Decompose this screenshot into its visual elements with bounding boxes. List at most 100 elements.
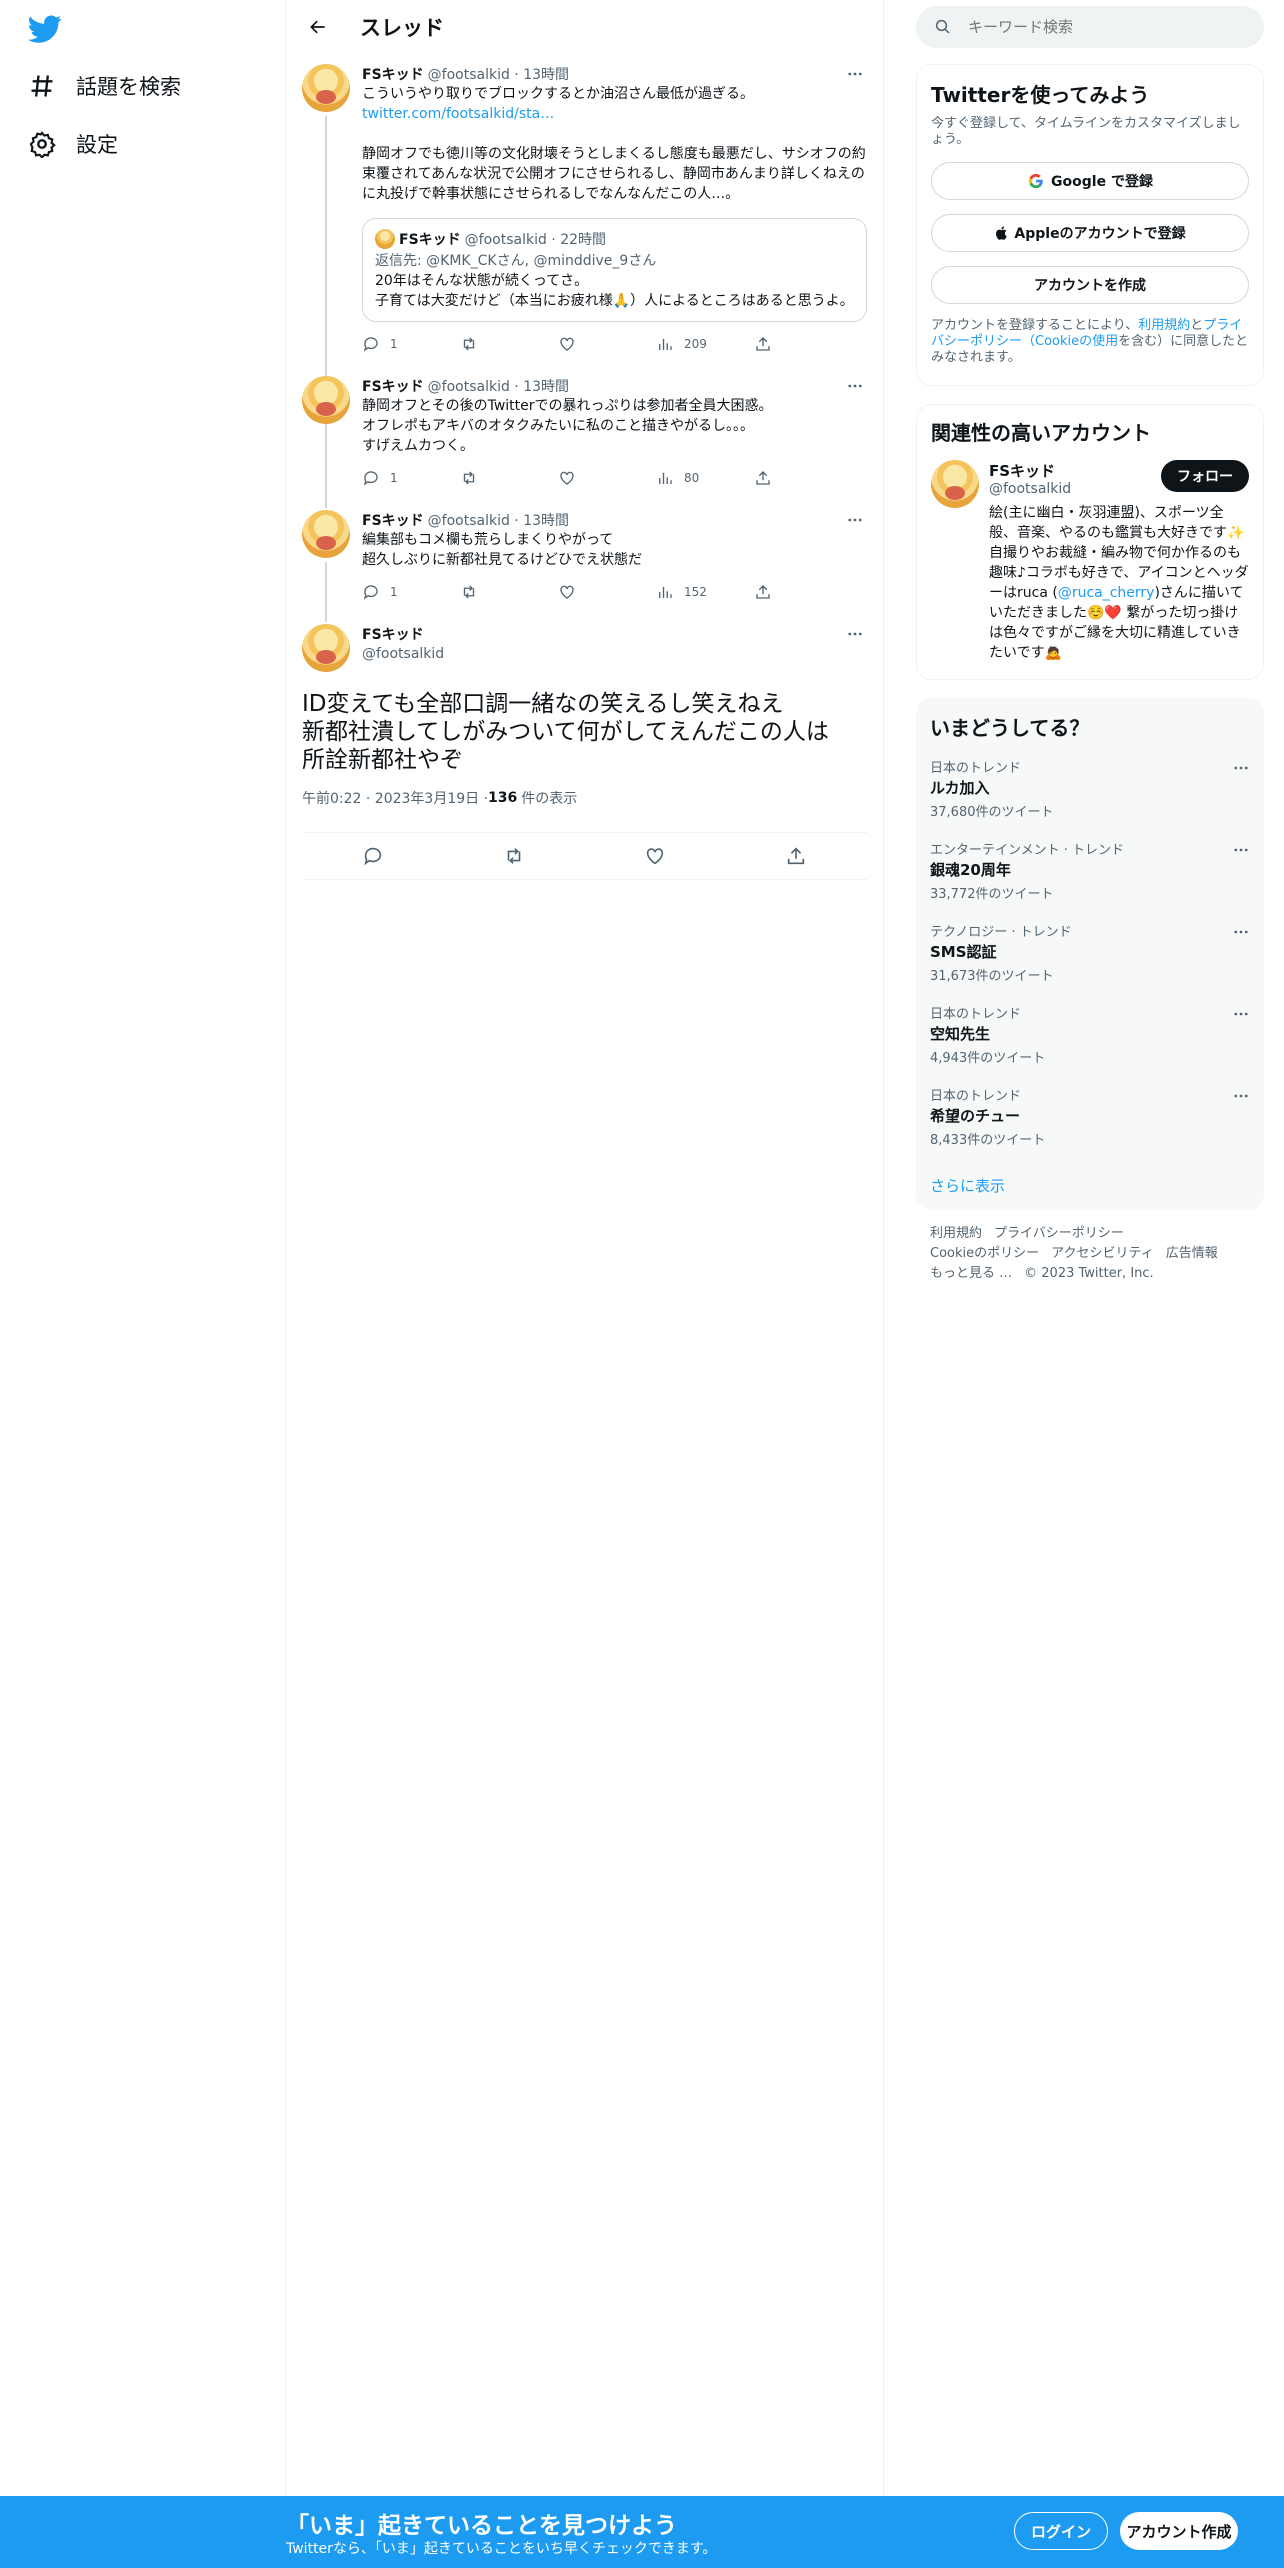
more-icon[interactable]: [1232, 841, 1250, 863]
reply-icon: [363, 337, 378, 352]
more-icon[interactable]: [843, 64, 867, 84]
tweet-actions: 1 152: [362, 578, 867, 606]
reply-count: 1: [390, 585, 398, 599]
views-label: 件の表示: [521, 791, 578, 807]
views-button[interactable]: 152: [656, 583, 754, 601]
thread-tweet-2[interactable]: FSキッド @footsalkid · 13時間 静岡オフとその後のTwitte…: [286, 358, 883, 508]
login-button[interactable]: ログイン: [1014, 2512, 1108, 2550]
tweet-text-continued: 静岡オフでも徳川等の文化財壊そうとしまくるし態度も最悪だし、サシオフの約束覆され…: [362, 146, 866, 202]
apple-signup-label: Appleのアカウントで登録: [1014, 226, 1186, 242]
retweet-button[interactable]: [460, 469, 558, 487]
tweet-text: こういうやり取りでブロックするとか油沼さん最低が過ぎる。: [362, 86, 754, 102]
search-box[interactable]: [916, 6, 1264, 48]
heart-icon: [560, 337, 574, 351]
share-icon: [756, 471, 770, 485]
more-icon[interactable]: [843, 376, 867, 396]
more-icon[interactable]: [1232, 1005, 1250, 1027]
avatar[interactable]: [302, 624, 350, 672]
analytics-icon: [659, 338, 672, 350]
avatar[interactable]: [302, 510, 350, 558]
views-count: 209: [684, 337, 707, 351]
share-icon[interactable]: [785, 845, 807, 867]
more-icon[interactable]: [1232, 1087, 1250, 1109]
tweet-timestamp[interactable]: 午前0:22 · 2023年3月19日 ·: [302, 788, 488, 808]
show-more-link[interactable]: さらに表示: [930, 1175, 1250, 1196]
more-icon[interactable]: [843, 510, 867, 530]
avatar[interactable]: [302, 376, 350, 424]
more-icon[interactable]: [843, 624, 867, 644]
bio-mention-link[interactable]: @ruca_cherry: [1058, 585, 1155, 601]
related-account[interactable]: FSキッド @footsalkid フォロー 絵(主に幽白・灰羽連盟)、スポーツ…: [931, 460, 1249, 663]
footer-more-link[interactable]: もっと見る …: [930, 1266, 1012, 1281]
avatar[interactable]: [302, 64, 350, 112]
thread-tweet-3[interactable]: FSキッド @footsalkid · 13時間 編集部もコメ欄も荒らしまくりや…: [286, 492, 883, 622]
author-name[interactable]: FSキッド: [362, 64, 424, 84]
share-button[interactable]: [754, 335, 852, 353]
author-handle[interactable]: @footsalkid · 13時間: [428, 376, 569, 396]
reply-icon[interactable]: [362, 845, 384, 867]
search-input[interactable]: [968, 18, 1228, 36]
more-icon[interactable]: [1232, 923, 1250, 945]
trend-item[interactable]: 日本のトレンド 空知先生 4,943件のツイート: [930, 1003, 1250, 1085]
trend-item[interactable]: 日本のトレンド ルカ加入 37,680件のツイート: [930, 757, 1250, 839]
footer-accessibility-link[interactable]: アクセシビリティ: [1051, 1246, 1154, 1261]
google-signup-label: Google で登録: [1051, 174, 1153, 190]
reply-button[interactable]: 1: [362, 583, 460, 601]
tweet-text: ID変えても全部口調一緒なの笑えるし笑えねえ 新都社潰してしがみついて何がしてえ…: [302, 691, 829, 773]
views-button[interactable]: 209: [656, 335, 754, 353]
left-nav: 話題を検索 設定: [0, 0, 286, 2496]
footer-ads-link[interactable]: 広告情報: [1166, 1246, 1218, 1261]
terms-link[interactable]: 利用規約: [1138, 318, 1190, 333]
footer-privacy-link[interactable]: プライバシーポリシー: [994, 1226, 1124, 1241]
author-handle[interactable]: @footsalkid · 13時間: [428, 510, 569, 530]
reply-button[interactable]: 1: [362, 469, 460, 487]
quote-author-handle: @footsalkid · 22時間: [464, 232, 607, 248]
share-button[interactable]: [754, 583, 852, 601]
reply-button[interactable]: 1: [362, 335, 460, 353]
author-name[interactable]: FSキッド: [362, 376, 424, 396]
tweet-link[interactable]: twitter.com/footsalkid/sta…: [362, 104, 867, 124]
footer-links: 利用規約 プライバシーポリシー Cookieのポリシー アクセシビリティ 広告情報 も…: [930, 1224, 1230, 1284]
focused-tweet: FSキッド @footsalkid ID変えても全部口調一緒なの笑えるし笑えねえ…: [286, 606, 883, 880]
create-account-label: アカウントを作成: [1034, 278, 1146, 294]
thread-tweet-1[interactable]: FSキッド @footsalkid · 13時間 こういうやり取りでブロックする…: [286, 54, 883, 446]
quoted-tweet[interactable]: FSキッド @footsalkid · 22時間 返信先: @KMK_CKさん,…: [362, 218, 867, 322]
like-button[interactable]: [558, 335, 656, 353]
follow-button[interactable]: フォロー: [1161, 460, 1249, 492]
retweet-button[interactable]: [460, 583, 558, 601]
create-account-button[interactable]: アカウントを作成: [931, 266, 1249, 304]
gear-icon: [29, 131, 56, 158]
footer-cookie-link[interactable]: Cookieのポリシー: [930, 1246, 1039, 1261]
trend-item[interactable]: エンターテインメント · トレンド 銀魂20周年 33,772件のツイート: [930, 839, 1250, 921]
author-handle[interactable]: @footsalkid: [362, 644, 867, 664]
author-name[interactable]: FSキッド: [362, 624, 424, 644]
author-handle[interactable]: @footsalkid · 13時間: [428, 64, 569, 84]
twitter-logo-icon[interactable]: [28, 12, 62, 46]
google-signup-button[interactable]: Google で登録: [931, 162, 1249, 200]
search-icon: [935, 19, 950, 34]
back-button[interactable]: [300, 9, 336, 45]
footer-terms-link[interactable]: 利用規約: [930, 1226, 982, 1241]
main-column: スレッド FSキッド @footsalkid · 13時間 こういうやり取りでブ…: [286, 0, 884, 2496]
heart-icon[interactable]: [644, 845, 666, 867]
signup-terms: アカウントを登録することにより、利用規約とプライバシーポリシー（Cookieの使…: [931, 318, 1249, 366]
like-button[interactable]: [558, 583, 656, 601]
bottom-bar-title: 「いま」起きていることを見つけよう: [286, 2513, 677, 2539]
retweet-button[interactable]: [460, 335, 558, 353]
like-button[interactable]: [558, 469, 656, 487]
signup-button[interactable]: アカウント作成: [1120, 2512, 1238, 2550]
trend-count: 8,433件のツイート: [930, 1133, 1046, 1148]
more-icon[interactable]: [1232, 759, 1250, 781]
nav-settings[interactable]: 設定: [28, 122, 118, 166]
retweet-icon: [463, 471, 475, 485]
author-name[interactable]: FSキッド: [362, 510, 424, 530]
trend-item[interactable]: 日本のトレンド 希望のチュー 8,433件のツイート: [930, 1085, 1250, 1167]
views-button[interactable]: 80: [656, 469, 754, 487]
nav-explore[interactable]: 話題を検索: [28, 64, 181, 108]
trend-item[interactable]: テクノロジー · トレンド SMS認証 31,673件のツイート: [930, 921, 1250, 1003]
avatar[interactable]: [931, 460, 979, 508]
share-button[interactable]: [754, 469, 852, 487]
retweet-icon[interactable]: [503, 845, 525, 867]
heart-icon: [560, 585, 574, 599]
apple-signup-button[interactable]: Appleのアカウントで登録: [931, 214, 1249, 252]
